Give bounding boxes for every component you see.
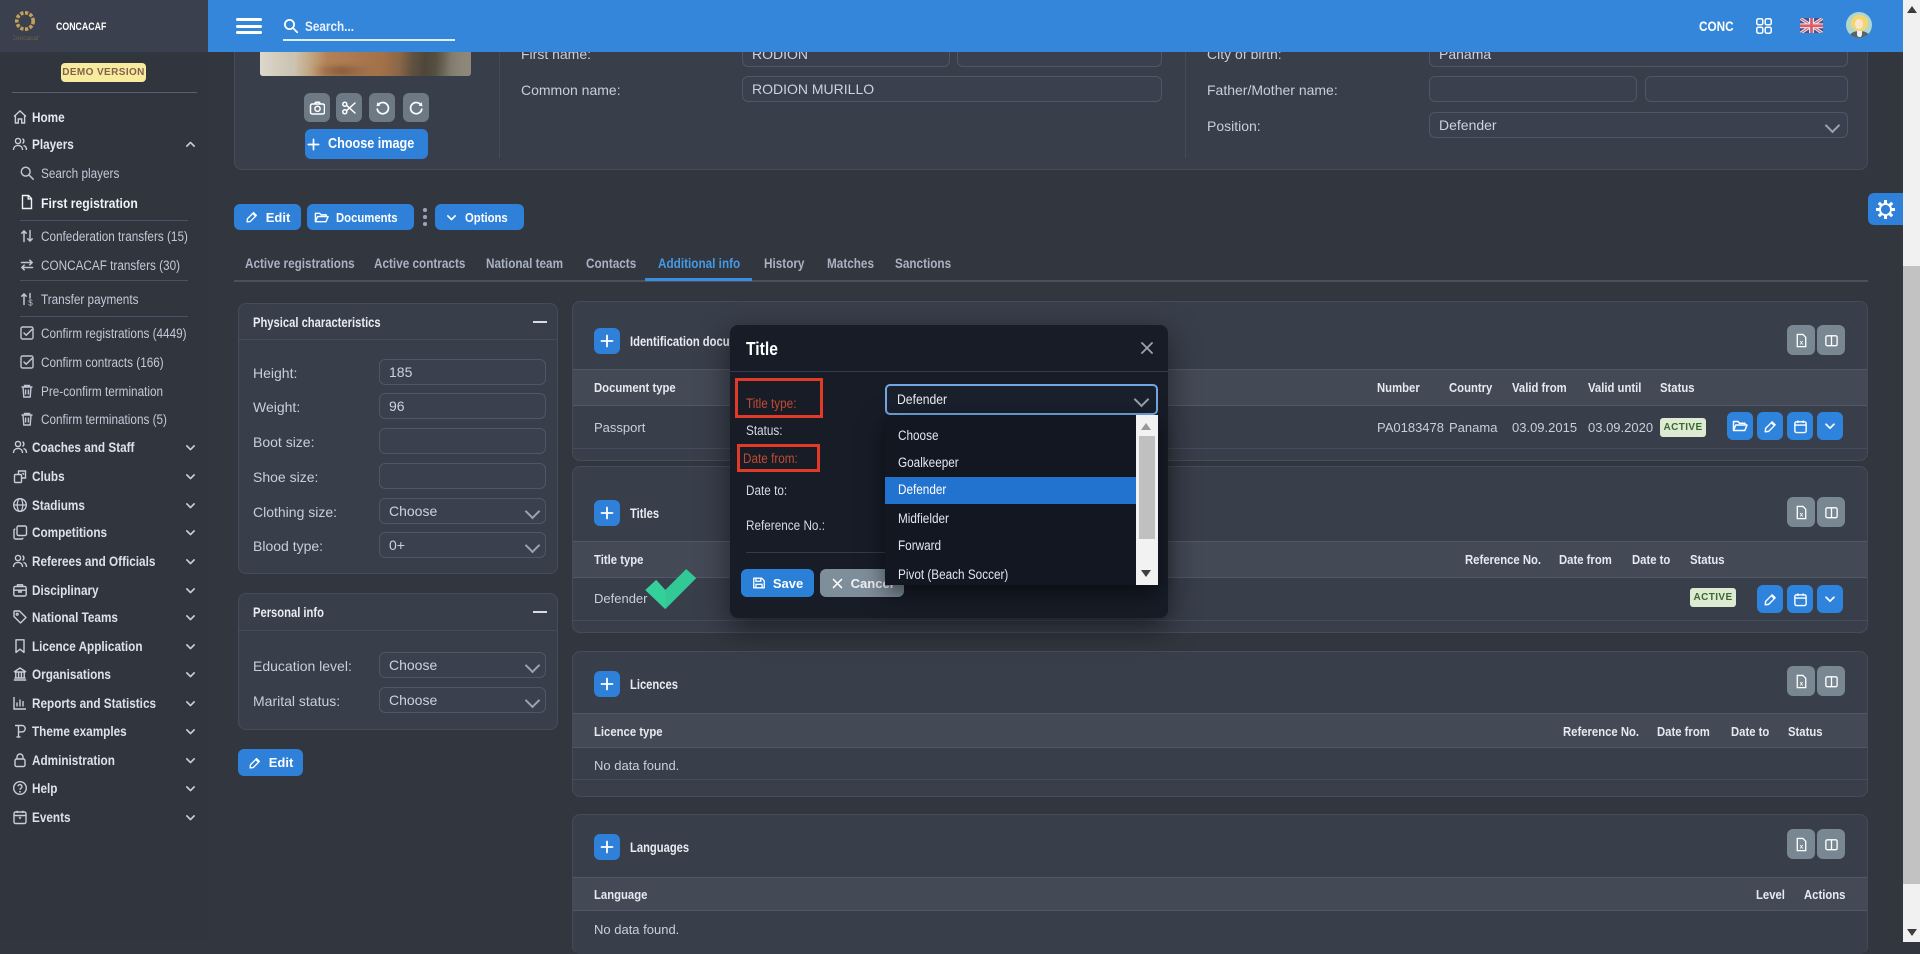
svg-text:Concacaf: Concacaf bbox=[13, 35, 39, 42]
